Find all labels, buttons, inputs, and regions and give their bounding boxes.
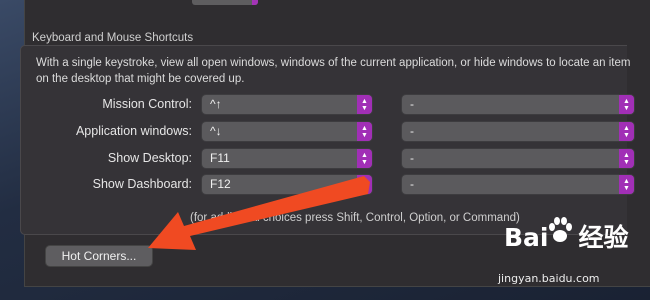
arrow-shape	[148, 176, 370, 250]
watermark-logo-left: Bai	[504, 223, 549, 252]
watermark-url: jingyan.baidu.com	[498, 272, 600, 285]
paw-icon	[549, 217, 572, 242]
arrow-body	[148, 176, 370, 250]
baidu-watermark: Bai 经验 jingyan.baidu.com	[498, 212, 648, 300]
watermark-logo-right: 经验	[578, 223, 629, 252]
